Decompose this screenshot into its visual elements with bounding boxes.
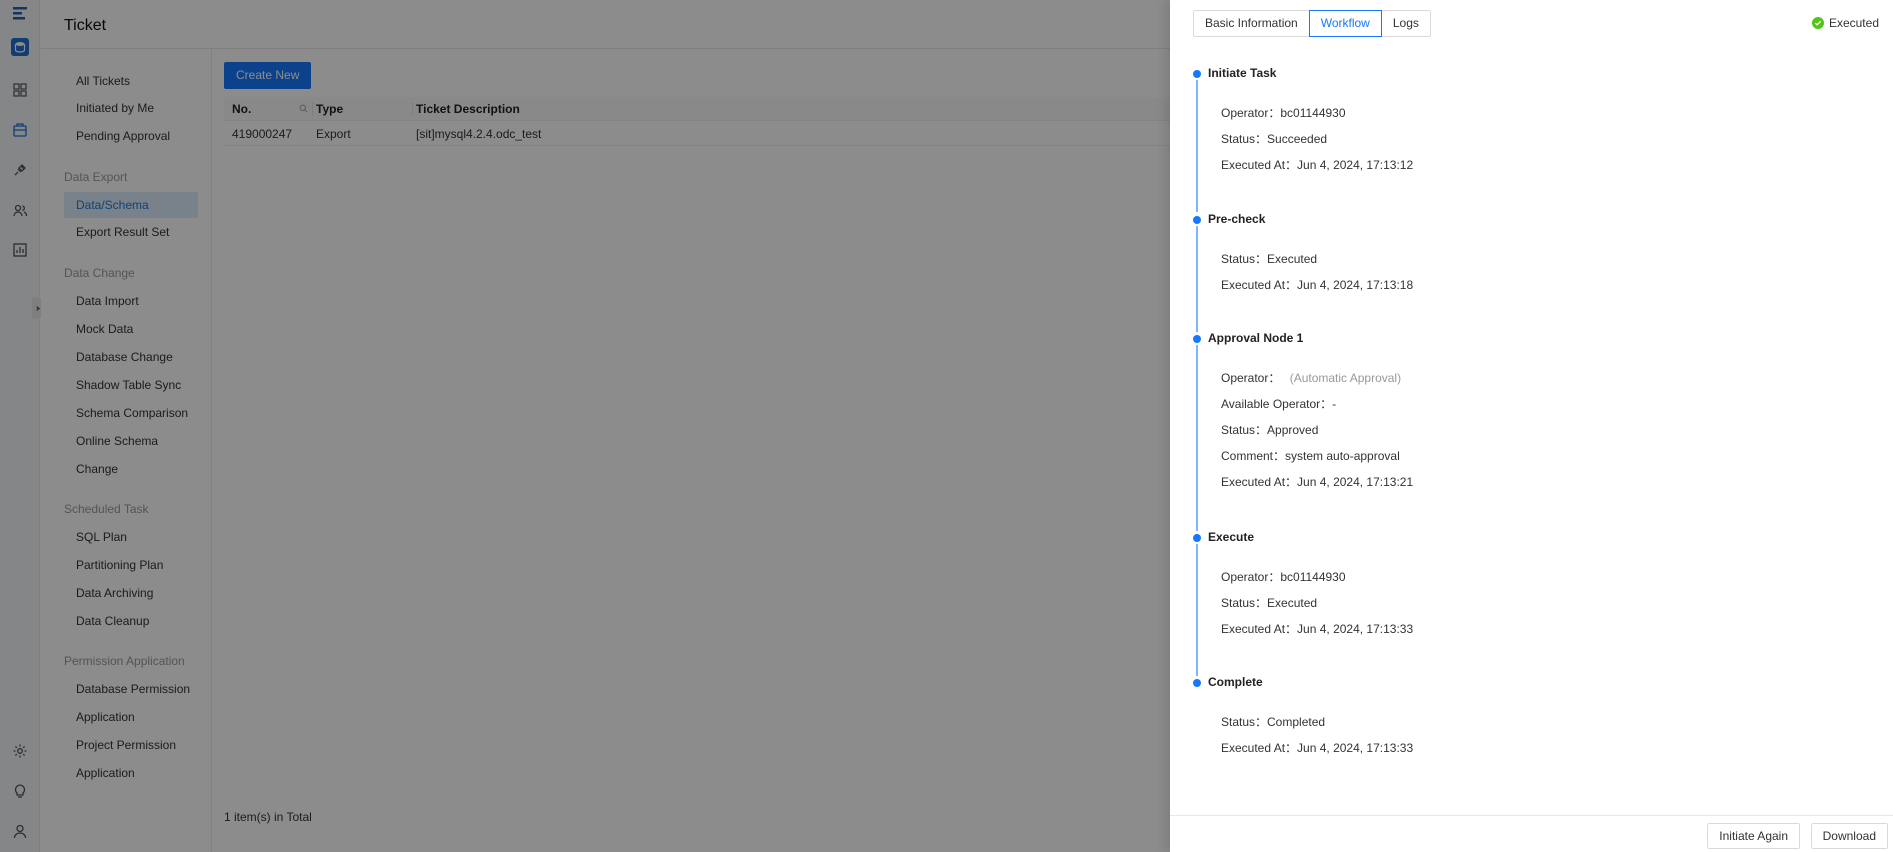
step-connector bbox=[1196, 345, 1198, 531]
step-title: Initiate Task bbox=[1208, 66, 1277, 80]
step-status: Status：Approved bbox=[1221, 423, 1319, 437]
check-circle-icon bbox=[1811, 17, 1824, 29]
drawer-mask[interactable] bbox=[0, 0, 1170, 852]
step-executed-at: Executed At：Jun 4, 2024, 17:13:21 bbox=[1221, 475, 1414, 489]
step-executed-at: Executed At：Jun 4, 2024, 17:13:33 bbox=[1221, 622, 1414, 636]
tab-logs[interactable]: Logs bbox=[1380, 10, 1431, 37]
initiate-again-button[interactable]: Initiate Again bbox=[1707, 823, 1800, 849]
drawer-footer: Initiate Again Download bbox=[1170, 815, 1893, 852]
step-executed-at: Executed At：Jun 4, 2024, 17:13:12 bbox=[1221, 158, 1414, 172]
operator-value: (Automatic Approval) bbox=[1289, 371, 1402, 385]
step-operator: Operator：bc01144930 bbox=[1221, 106, 1346, 120]
ticket-detail-drawer: Basic Information Workflow Logs Executed… bbox=[1170, 0, 1893, 852]
step-title: Execute bbox=[1208, 530, 1255, 544]
step-dot bbox=[1193, 70, 1201, 78]
step-status: Status：Succeeded bbox=[1221, 132, 1328, 146]
step-dot bbox=[1193, 679, 1201, 687]
step-title: Complete bbox=[1208, 675, 1263, 689]
status-text: Executed bbox=[1828, 16, 1879, 30]
tab-workflow[interactable]: Workflow bbox=[1308, 10, 1382, 37]
step-connector bbox=[1196, 226, 1198, 332]
step-title: Pre-check bbox=[1208, 212, 1266, 226]
operator-label: Operator： bbox=[1221, 371, 1281, 385]
status-badge: Executed bbox=[1811, 16, 1879, 30]
download-button[interactable]: Download bbox=[1810, 823, 1888, 849]
step-operator: Operator： (Automatic Approval) bbox=[1221, 369, 1401, 386]
step-dot bbox=[1193, 335, 1201, 343]
step-connector bbox=[1196, 80, 1198, 212]
tab-basic-information[interactable]: Basic Information bbox=[1193, 10, 1310, 37]
step-title: Approval Node 1 bbox=[1208, 331, 1304, 345]
step-available-operator: Available Operator：- bbox=[1221, 397, 1337, 411]
step-status: Status：Completed bbox=[1221, 715, 1326, 729]
step-status: Status：Executed bbox=[1221, 596, 1318, 610]
step-executed-at: Executed At：Jun 4, 2024, 17:13:18 bbox=[1221, 278, 1414, 292]
step-dot bbox=[1193, 216, 1201, 224]
step-operator: Operator：bc01144930 bbox=[1221, 570, 1346, 584]
drawer-tabs: Basic Information Workflow Logs bbox=[1193, 10, 1431, 37]
step-comment: Comment：system auto-approval bbox=[1221, 449, 1400, 463]
step-executed-at: Executed At：Jun 4, 2024, 17:13:33 bbox=[1221, 741, 1414, 755]
step-status: Status：Executed bbox=[1221, 252, 1318, 266]
step-dot bbox=[1193, 534, 1201, 542]
step-connector bbox=[1196, 544, 1198, 676]
